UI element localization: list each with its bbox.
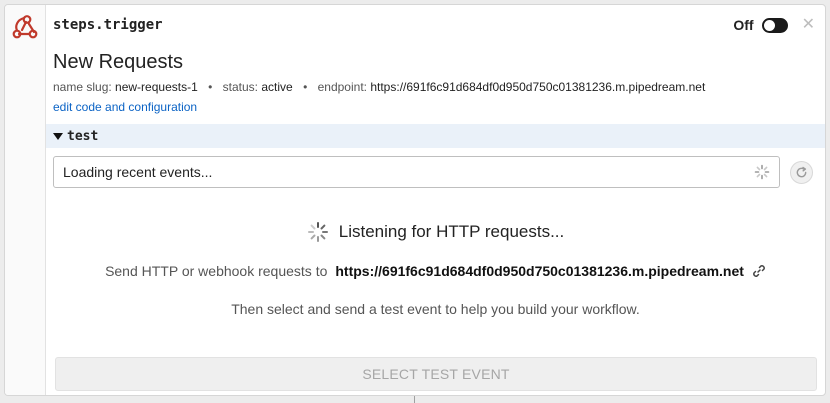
step-main: steps.trigger Off ✕ New Requests name sl… — [46, 5, 825, 395]
refresh-icon — [796, 166, 807, 178]
close-icon[interactable]: ✕ — [802, 17, 815, 33]
loading-spinner-icon — [307, 222, 328, 242]
recent-events-value: Loading recent events... — [63, 164, 213, 180]
copy-link-icon[interactable] — [752, 264, 766, 278]
instructions-text: Then select and send a test event to hel… — [231, 301, 640, 317]
send-requests-line: Send HTTP or webhook requests to https:/… — [46, 263, 825, 279]
step-name[interactable]: steps.trigger — [53, 17, 163, 33]
slug-label: name slug: — [53, 80, 112, 94]
workflow-connector — [414, 396, 415, 403]
listening-text: Listening for HTTP requests... — [338, 222, 565, 241]
trigger-title: New Requests — [53, 51, 184, 73]
loading-spinner-icon — [754, 164, 770, 180]
toggle-label: Off — [733, 17, 754, 33]
trigger-meta: name slug: new-requests-1 • status: acti… — [53, 80, 705, 94]
collapse-triangle-icon[interactable] — [53, 132, 63, 140]
step-icon-rail — [5, 5, 46, 395]
trigger-step-card: steps.trigger Off ✕ New Requests name sl… — [4, 4, 826, 396]
webhook-icon — [12, 15, 38, 39]
test-section-title: test — [67, 128, 99, 144]
status-value: active — [261, 80, 293, 94]
recent-events-select[interactable]: Loading recent events... — [53, 156, 780, 188]
step-toggle-group: Off ✕ — [733, 17, 815, 34]
meta-separator: • — [208, 80, 213, 94]
send-prefix: Send HTTP or webhook requests to — [105, 263, 328, 279]
select-test-event-button[interactable]: SELECT TEST EVENT — [55, 357, 817, 391]
meta-separator: • — [303, 80, 308, 94]
edit-code-link[interactable]: edit code and configuration — [53, 100, 197, 114]
endpoint-url[interactable]: https://691f6c91d684df0d950d750c01381236… — [335, 263, 744, 279]
listening-status: Listening for HTTP requests... — [46, 221, 825, 243]
slug-value: new-requests-1 — [115, 80, 198, 94]
status-label: status: — [222, 80, 259, 94]
refresh-button[interactable] — [790, 161, 813, 184]
endpoint-label: endpoint: — [317, 80, 367, 94]
test-section-header[interactable]: test — [46, 124, 825, 148]
endpoint-value[interactable]: https://691f6c91d684df0d950d750c01381236… — [370, 80, 705, 94]
active-toggle[interactable] — [761, 17, 788, 33]
